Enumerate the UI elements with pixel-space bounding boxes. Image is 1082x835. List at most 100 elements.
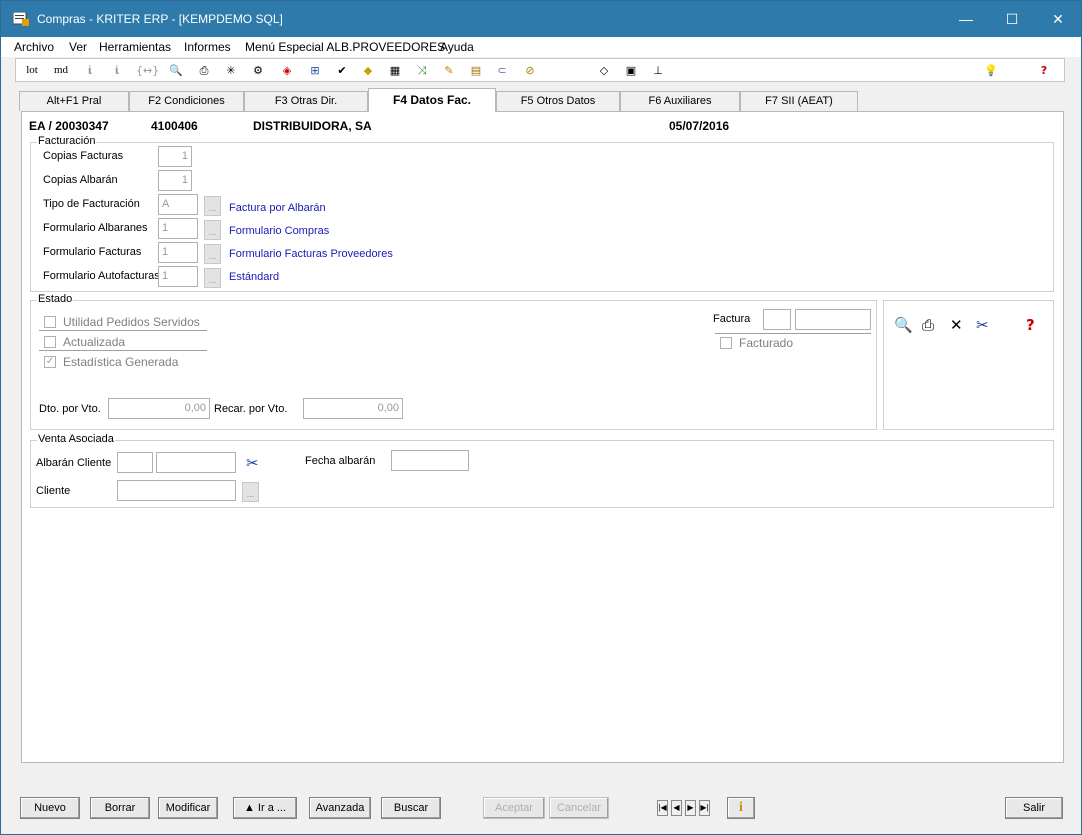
factura-help-icon[interactable]: ? xyxy=(1026,317,1035,333)
estado-group: Estado Utilidad Pedidos Servidos Actuali… xyxy=(30,293,877,430)
form-albaranes-lookup-button[interactable]: ... xyxy=(204,220,221,240)
tab-pral[interactable]: Alt+F1 Pral xyxy=(19,91,129,111)
form-autofacturas-lookup-button[interactable]: ... xyxy=(204,268,221,288)
utilidad-checkbox-row[interactable]: Utilidad Pedidos Servidos xyxy=(39,313,207,331)
md-button[interactable]: md xyxy=(52,62,70,79)
facturado-label: Facturado xyxy=(739,336,794,350)
tab-auxiliares[interactable]: F6 Auxiliares xyxy=(620,91,740,111)
factura-print-icon[interactable]: ⎙ xyxy=(922,317,934,333)
form-autofacturas-label: Formulario Autofacturas xyxy=(43,270,160,282)
bracket-icon[interactable]: {↔} xyxy=(136,62,159,79)
buscar-button[interactable]: Buscar xyxy=(381,797,441,819)
cliente-lookup-button[interactable]: ... xyxy=(242,482,259,502)
albaran-cliente-serie-input[interactable] xyxy=(117,452,153,473)
menu-bar: Archivo Ver Herramientas Informes Menú E… xyxy=(1,37,1081,57)
estadistica-checkbox[interactable]: ✓ xyxy=(44,356,56,368)
report-icon[interactable]: ▣ xyxy=(623,62,639,79)
factura-preview-icon[interactable]: 🔍 xyxy=(894,317,913,333)
menu-informes[interactable]: Informes xyxy=(184,40,231,54)
aceptar-button[interactable]: Aceptar xyxy=(483,797,545,819)
eraser-icon[interactable]: ◇ xyxy=(596,62,612,79)
menu-especial[interactable]: Menú Especial ALB.PROVEEDORES xyxy=(245,40,445,54)
prev-record-icon[interactable]: ◀ xyxy=(671,800,682,816)
bottom-button-bar: Nuevo Borrar Modificar ▲ Ir a ... Avanza… xyxy=(1,791,1081,831)
form-facturas-input[interactable]: 1 xyxy=(158,242,198,263)
info-button[interactable]: i xyxy=(727,797,755,819)
help-icon[interactable]: ? xyxy=(1036,62,1052,79)
avanzada-button[interactable]: Avanzada xyxy=(309,797,371,819)
print-icon[interactable]: ⎙ xyxy=(196,62,212,79)
cancelar-button[interactable]: Cancelar xyxy=(549,797,609,819)
tab-strip: Alt+F1 Pral F2 Condiciones F3 Otras Dir.… xyxy=(19,88,1063,112)
nuevo-button[interactable]: Nuevo xyxy=(20,797,80,819)
form-albaranes-input[interactable]: 1 xyxy=(158,218,198,239)
ir-a-button[interactable]: ▲ Ir a ... xyxy=(233,797,297,819)
close-button[interactable]: ✕ xyxy=(1035,1,1081,37)
paperclip-icon[interactable]: ⊘ xyxy=(522,62,538,79)
borrar-button[interactable]: Borrar xyxy=(90,797,150,819)
menu-ver[interactable]: Ver xyxy=(69,40,87,54)
chart-icon[interactable]: ⤨ xyxy=(414,62,430,79)
form-facturas-desc: Formulario Facturas Proveedores xyxy=(229,248,393,260)
dto-vto-input[interactable]: 0,00 xyxy=(108,398,210,419)
menu-herramientas[interactable]: Herramientas xyxy=(99,40,171,54)
actualizada-checkbox[interactable] xyxy=(44,336,56,348)
tab-datos-fac[interactable]: F4 Datos Fac. xyxy=(368,88,496,112)
recar-vto-input[interactable]: 0,00 xyxy=(303,398,403,419)
sparkle-icon[interactable]: ✳ xyxy=(223,62,239,79)
modificar-button[interactable]: Modificar xyxy=(158,797,218,819)
estadistica-checkbox-row[interactable]: ✓ Estadística Generada xyxy=(39,353,207,371)
albaran-cliente-numero-input[interactable] xyxy=(156,452,236,473)
tab-sii[interactable]: F7 SII (AEAT) xyxy=(740,91,858,111)
supplier-code: 4100406 xyxy=(151,119,198,133)
tab-otras-dir[interactable]: F3 Otras Dir. xyxy=(244,91,368,111)
form-albaranes-label: Formulario Albaranes xyxy=(43,222,148,234)
toolbar: lot md ἰ ἰ {↔} 🔍 ⎙ ✳ ⚙ ◈ ⊞ ✔ ◆ ▦ ⤨ ✎ ▤ ⊂… xyxy=(15,58,1065,82)
utilidad-checkbox[interactable] xyxy=(44,316,56,328)
app-window: Compras - KRITER ERP - [KEMPDEMO SQL] — … xyxy=(0,0,1082,835)
last-record-icon[interactable]: ▶| xyxy=(699,800,710,816)
preview-icon[interactable]: 🔍 xyxy=(168,62,184,79)
bulb-icon[interactable]: 💡 xyxy=(983,62,999,79)
brush-icon[interactable]: ✎ xyxy=(441,62,457,79)
diamond-icon[interactable]: ◈ xyxy=(279,62,295,79)
tipo-facturacion-lookup-button[interactable]: ... xyxy=(204,196,221,216)
venta-asociada-title: Venta Asociada xyxy=(37,433,115,445)
warning-icon[interactable]: ◆ xyxy=(360,62,376,79)
copias-facturas-input[interactable]: 1 xyxy=(158,146,192,167)
menu-archivo[interactable]: Archivo xyxy=(14,40,54,54)
facturado-checkbox-row[interactable]: Facturado xyxy=(715,333,871,351)
cliente-input[interactable] xyxy=(117,480,236,501)
tipo-facturacion-input[interactable]: A xyxy=(158,194,198,215)
check-list-icon[interactable]: ✔ xyxy=(334,62,350,79)
salir-button[interactable]: Salir xyxy=(1005,797,1063,819)
grid-icon[interactable]: ⊥ xyxy=(650,62,666,79)
factura-delete-icon[interactable]: ✕ xyxy=(950,317,963,333)
next-record-icon[interactable]: ▶ xyxy=(685,800,696,816)
menu-ayuda[interactable]: Ayuda xyxy=(440,40,474,54)
lot-button[interactable]: lot xyxy=(24,62,40,79)
factura-serie-input[interactable] xyxy=(763,309,791,330)
network-icon[interactable]: ⊞ xyxy=(307,62,323,79)
actualizada-checkbox-row[interactable]: Actualizada xyxy=(39,333,207,351)
minimize-button[interactable]: — xyxy=(943,1,989,37)
info-alt-disabled-icon[interactable]: ἰ xyxy=(111,62,123,79)
calculator-icon[interactable]: ▦ xyxy=(387,62,403,79)
factura-cut-icon[interactable]: ✂ xyxy=(976,317,989,333)
clip-icon[interactable]: ⊂ xyxy=(494,62,510,79)
tab-otros-datos[interactable]: F5 Otros Datos xyxy=(496,91,620,111)
copias-albaran-input[interactable]: 1 xyxy=(158,170,192,191)
folder-icon[interactable]: ▤ xyxy=(468,62,484,79)
tools-icon[interactable]: ⚙ xyxy=(250,62,266,79)
info-disabled-icon[interactable]: ἰ xyxy=(84,62,96,79)
form-autofacturas-input[interactable]: 1 xyxy=(158,266,198,287)
factura-numero-input[interactable] xyxy=(795,309,871,330)
albaran-cut-icon[interactable]: ✂ xyxy=(246,455,259,471)
form-facturas-lookup-button[interactable]: ... xyxy=(204,244,221,264)
facturado-checkbox[interactable] xyxy=(720,337,732,349)
first-record-icon[interactable]: |◀ xyxy=(657,800,668,816)
fecha-albaran-input[interactable] xyxy=(391,450,469,471)
estadistica-label: Estadística Generada xyxy=(63,355,179,369)
maximize-button[interactable]: ☐ xyxy=(989,1,1035,37)
tab-condiciones[interactable]: F2 Condiciones xyxy=(129,91,244,111)
